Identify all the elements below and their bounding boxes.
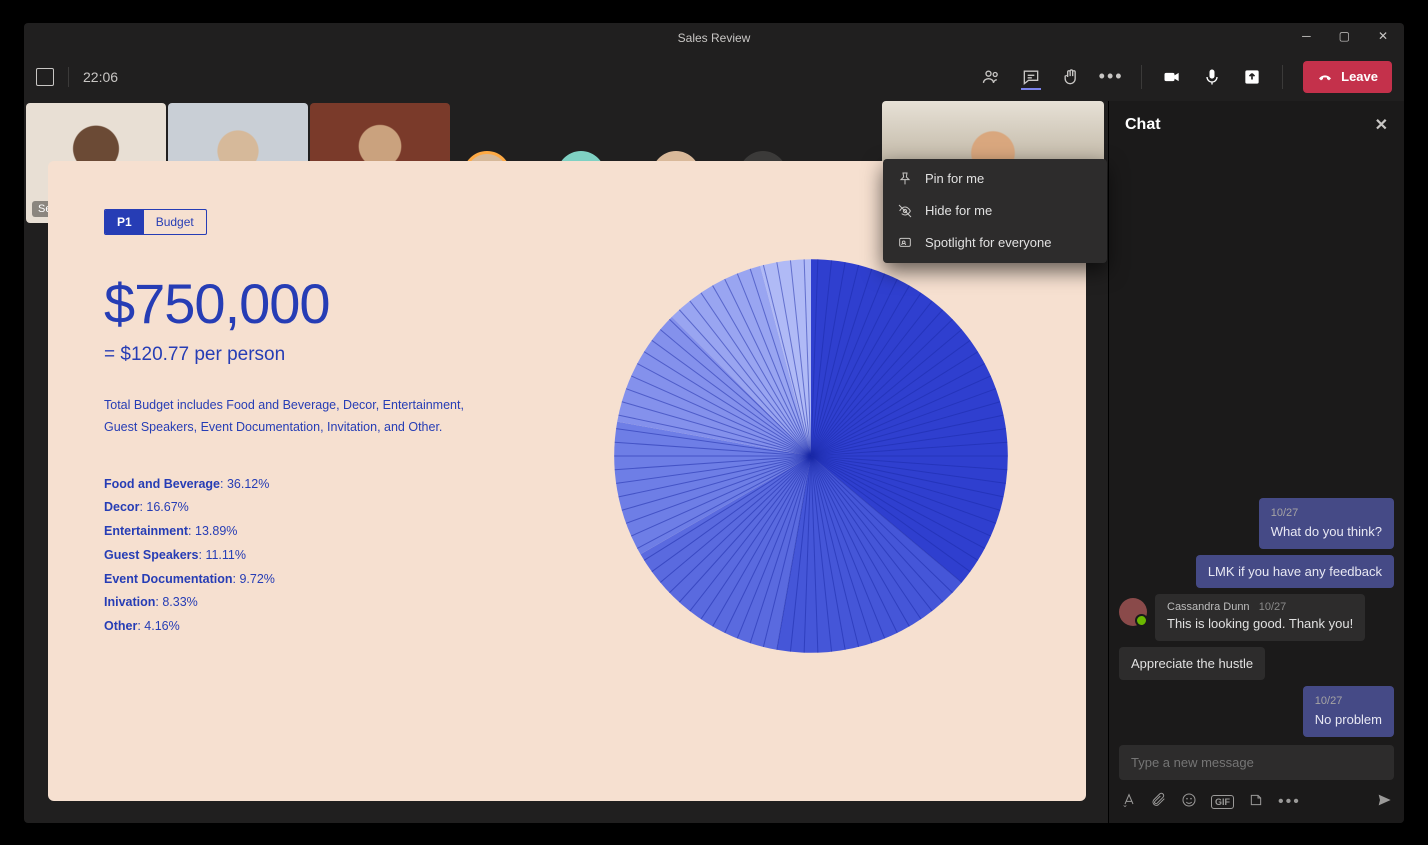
maximize-icon[interactable]: ▢ [1339,29,1350,43]
menu-hide-for-me[interactable]: Hide for me [883,195,1107,227]
pill-p1: P1 [105,210,144,234]
share-icon[interactable] [1242,67,1262,87]
budget-pie-chart [606,251,1016,661]
pill-budget: Budget [144,210,206,234]
close-icon[interactable]: ✕ [1378,29,1388,43]
raise-hand-icon[interactable] [1061,67,1081,87]
more-icon[interactable]: ••• [1101,67,1121,87]
hide-icon [897,203,913,219]
leave-label: Leave [1341,69,1378,84]
chat-message: Cassandra Dunn 10/27This is looking good… [1119,594,1365,640]
gif-icon[interactable]: GIF [1211,795,1234,809]
chat-icon[interactable] [1021,70,1041,90]
menu-spotlight-everyone[interactable]: Spotlight for everyone [883,227,1107,259]
meeting-timer: 22:06 [83,69,118,85]
emoji-icon[interactable] [1181,792,1197,813]
title-bar: Sales Review ─ ▢ ✕ [24,23,1404,53]
leave-button[interactable]: Leave [1303,61,1392,93]
attach-icon[interactable] [1151,792,1167,813]
chat-panel: Chat ✕ 10/27What do you think? LMK if you… [1108,101,1404,823]
chat-input[interactable] [1119,745,1394,780]
layout-icon[interactable] [36,68,54,86]
participant-context-menu: Pin for me Hide for me Spotlight for eve… [883,159,1107,263]
pin-icon [897,171,913,187]
menu-pin-for-me[interactable]: Pin for me [883,163,1107,195]
chat-title: Chat [1125,116,1161,134]
chat-message: Appreciate the hustle [1119,647,1265,681]
camera-icon[interactable] [1162,67,1182,87]
chat-message: 10/27No problem [1303,686,1394,736]
people-icon[interactable] [981,67,1001,87]
chat-messages: 10/27What do you think? LMK if you have a… [1109,149,1404,737]
budget-description: Total Budget includes Food and Beverage,… [104,394,464,439]
separator [68,67,69,87]
spotlight-icon [897,235,913,251]
format-icon[interactable] [1121,792,1137,813]
slide-pill: P1 Budget [104,209,207,235]
chat-close-icon[interactable]: ✕ [1375,115,1388,135]
separator [1141,65,1142,89]
avatar [1119,598,1147,626]
separator [1282,65,1283,89]
microphone-icon[interactable] [1202,67,1222,87]
send-icon[interactable] [1376,792,1392,813]
window-title: Sales Review [678,31,751,45]
sticker-icon[interactable] [1248,792,1264,813]
more-icon[interactable]: ••• [1278,793,1301,811]
chat-toolbar: GIF ••• [1109,786,1404,823]
chat-message: 10/27What do you think? [1259,498,1394,548]
meeting-toolbar: 22:06 ••• Leave [24,53,1404,101]
chat-message: LMK if you have any feedback [1196,555,1394,589]
minimize-icon[interactable]: ─ [1302,29,1311,43]
